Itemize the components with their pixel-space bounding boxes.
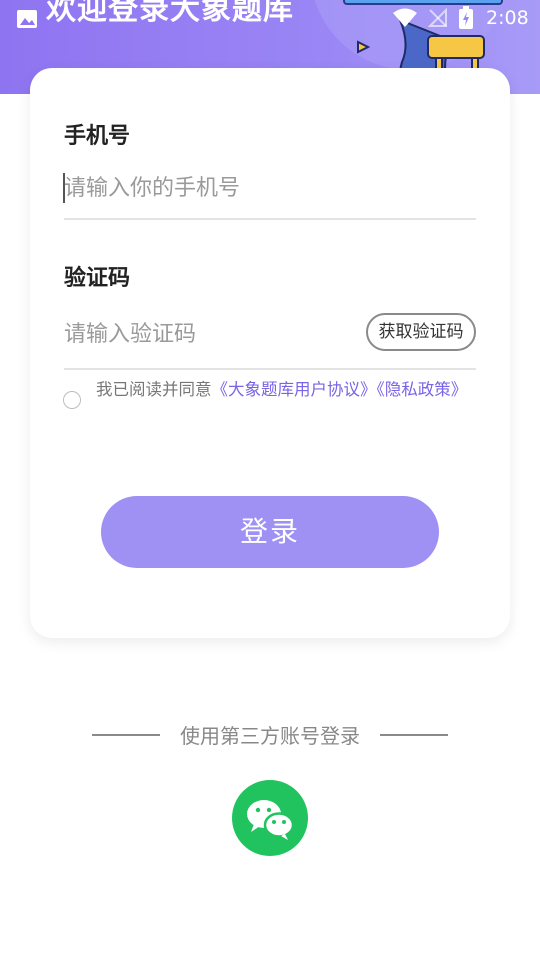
divider-line-right	[380, 734, 448, 736]
third-party-label: 使用第三方账号登录	[180, 724, 360, 748]
signal-off-icon	[428, 8, 447, 27]
code-underline	[64, 368, 476, 370]
wechat-icon	[247, 800, 295, 840]
code-label: 验证码	[64, 266, 131, 291]
third-party-divider: 使用第三方账号登录	[0, 720, 540, 750]
status-time: 2:08	[486, 7, 529, 29]
battery-charging-icon	[459, 6, 473, 29]
gallery-icon	[17, 10, 37, 28]
privacy-policy-link[interactable]: 《隐私政策》	[377, 380, 468, 399]
divider-line-left	[92, 734, 160, 736]
phone-input[interactable]	[64, 170, 476, 206]
status-bar: 2:08	[0, 0, 540, 36]
user-agreement-link[interactable]: 《大象题库用户协议》	[212, 380, 377, 399]
code-input[interactable]	[64, 316, 354, 352]
agreement-text: 我已阅读并同意《大象题库用户协议》《隐私政策》	[96, 380, 476, 400]
agreement-checkbox[interactable]	[63, 391, 81, 409]
wifi-icon	[393, 8, 417, 27]
get-code-button[interactable]: 获取验证码	[366, 313, 476, 351]
phone-label: 手机号	[64, 124, 131, 149]
phone-underline	[64, 218, 476, 220]
login-card: 手机号 验证码 获取验证码 我已阅读并同意《大象题库用户协议》《隐私政策》 登录	[30, 68, 510, 638]
agreement-prefix: 我已阅读并同意	[96, 380, 212, 399]
wechat-login-button[interactable]	[232, 780, 308, 856]
login-button[interactable]: 登录	[101, 496, 439, 568]
